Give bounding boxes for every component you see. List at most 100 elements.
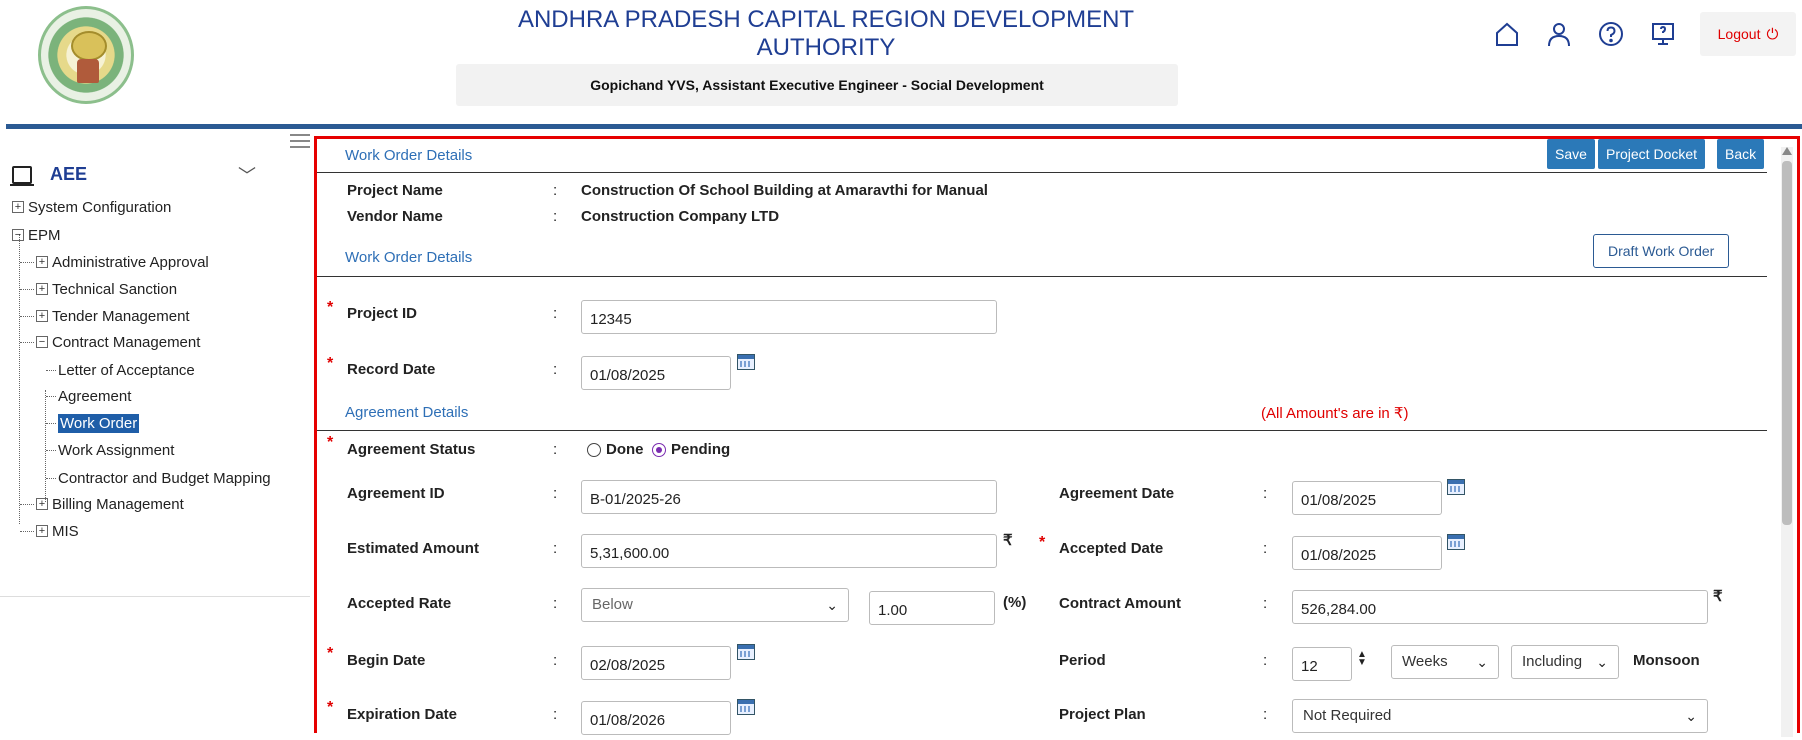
estimated-amount-label: Estimated Amount [347, 540, 479, 557]
project-plan-option: Not Required [1303, 707, 1392, 724]
status-pending-radio[interactable] [652, 443, 666, 457]
project-plan-select[interactable]: Not Required ⌄ [1292, 699, 1708, 733]
divider [317, 276, 1767, 277]
expand-icon: + [36, 256, 48, 268]
monsoon-select[interactable]: Including ⌄ [1511, 645, 1619, 679]
org-title-line1: ANDHRA PRADESH CAPITAL REGION DEVELOPMEN… [517, 6, 1135, 33]
sidebar-item-contract-management[interactable]: − Contract Management [20, 331, 200, 353]
back-button[interactable]: Back [1717, 139, 1765, 169]
help-icon[interactable] [1596, 19, 1626, 49]
sidebar-item-label: Work Order [58, 413, 140, 433]
monsoon-option: Including [1522, 653, 1583, 670]
expand-icon: + [36, 525, 48, 537]
scrollbar-thumb[interactable] [1782, 161, 1792, 525]
organization-title: ANDHRA PRADESH CAPITAL REGION DEVELOPMEN… [456, 6, 1196, 62]
accepted-date-label: Accepted Date [1059, 540, 1164, 557]
sidebar-item-work-assignment[interactable]: Work Assignment [46, 439, 174, 461]
power-icon: ⏻ [1766, 25, 1779, 43]
sidebar-item-billing-management[interactable]: + Billing Management [20, 493, 184, 515]
user-profile-icon[interactable] [1544, 19, 1574, 49]
divider [317, 430, 1767, 431]
project-docket-button[interactable]: Project Docket [1598, 139, 1706, 169]
role-selector[interactable]: AEE [10, 164, 88, 186]
ap-government-emblem-logo [38, 6, 134, 104]
required-marker: * [327, 699, 334, 716]
project-name-label: Project Name [347, 182, 443, 199]
agreement-date-label: Agreement Date [1059, 485, 1175, 502]
sidebar-item-work-order[interactable]: Work Order [46, 412, 140, 434]
contract-amount-input[interactable]: 526,284.00 [1292, 590, 1708, 624]
sidebar-item-administrative-approval[interactable]: + Administrative Approval [20, 251, 209, 273]
estimated-amount-input[interactable]: 5,31,600.00 [581, 534, 997, 568]
expiration-date-input[interactable]: 01/08/2026 [581, 701, 731, 735]
agreement-date-input[interactable]: 01/08/2025 [1292, 481, 1442, 515]
save-button[interactable]: Save [1547, 139, 1595, 169]
record-date-input[interactable]: 01/08/2025 [581, 356, 731, 390]
required-marker: * [327, 299, 334, 316]
sidebar-item-technical-sanction[interactable]: + Technical Sanction [20, 278, 177, 300]
colon: : [553, 441, 558, 458]
logout-button[interactable]: Logout ⏻ [1700, 12, 1796, 56]
logout-label: Logout [1717, 26, 1761, 42]
contract-amount-label: Contract Amount [1059, 595, 1181, 612]
agreement-details-title: Agreement Details [345, 404, 469, 421]
rupee-icon: ₹ [1003, 532, 1013, 549]
colon: : [553, 305, 558, 322]
sidebar-item-mis[interactable]: + MIS [20, 520, 79, 542]
status-done-radio[interactable] [587, 443, 601, 457]
accepted-rate-value-input[interactable]: 1.00 [869, 591, 995, 625]
accepted-rate-select[interactable]: Below ⌄ [581, 588, 849, 622]
home-icon[interactable] [1492, 19, 1522, 49]
sidebar-item-label: EPM [28, 226, 61, 244]
calendar-icon[interactable] [737, 644, 755, 660]
period-label: Period [1059, 652, 1106, 669]
work-order-details-subtitle: Work Order Details [345, 249, 473, 266]
colon: : [1263, 485, 1268, 502]
hamburger-menu-icon[interactable] [290, 134, 310, 148]
sidebar-item-label: Administrative Approval [52, 253, 209, 271]
collapse-icon: − [12, 229, 24, 241]
sidebar-item-tender-management[interactable]: + Tender Management [20, 305, 190, 327]
monitor-help-icon[interactable] [1648, 19, 1678, 49]
sidebar-item-agreement[interactable]: Agreement [46, 385, 131, 407]
accepted-date-input[interactable]: 01/08/2025 [1292, 536, 1442, 570]
sidebar-item-label: MIS [52, 522, 79, 540]
amount-currency-note: (All Amount's are in ₹) [1261, 405, 1409, 422]
colon: : [553, 361, 558, 378]
user-info-bar: Gopichand YVS, Assistant Executive Engin… [456, 64, 1178, 106]
number-spinner-icon[interactable]: ▲ ▼ [1357, 650, 1367, 668]
draft-work-order-button[interactable]: Draft Work Order [1593, 234, 1730, 268]
sidebar-item-system-configuration[interactable]: + System Configuration [12, 196, 171, 218]
colon: : [1263, 540, 1268, 557]
project-id-input[interactable]: 12345 [581, 300, 997, 334]
sidebar: AEE ﹀ + System Configuration − EPM + Adm… [0, 132, 310, 597]
sidebar-item-letter-of-acceptance[interactable]: Letter of Acceptance [46, 359, 195, 381]
sidebar-item-label: Technical Sanction [52, 280, 178, 298]
calendar-icon[interactable] [737, 699, 755, 715]
colon: : [553, 485, 558, 502]
begin-date-input[interactable]: 02/08/2025 [581, 646, 731, 680]
record-date-label: Record Date [347, 361, 436, 378]
calendar-icon[interactable] [737, 354, 755, 370]
project-plan-label: Project Plan [1059, 706, 1146, 723]
agreement-id-input[interactable]: B-01/2025-26 [581, 480, 997, 514]
calendar-icon[interactable] [1447, 534, 1465, 550]
period-number-input[interactable]: 12 [1292, 647, 1352, 681]
calendar-icon[interactable] [1447, 479, 1465, 495]
colon: : [553, 652, 558, 669]
chevron-down-icon[interactable]: ﹀ [238, 162, 256, 188]
vendor-name-label: Vendor Name [347, 208, 443, 225]
colon: : [553, 540, 558, 557]
org-title-line2: AUTHORITY [756, 34, 896, 61]
role-label: AEE [50, 164, 88, 184]
sidebar-item-contractor-budget-mapping[interactable]: Contractor and Budget Mapping [46, 467, 271, 489]
top-icon-bar: Logout ⏻ [1492, 12, 1802, 56]
project-name-value: Construction Of School Building at Amara… [581, 182, 988, 199]
sidebar-item-label: Work Assignment [58, 441, 175, 459]
period-unit-select[interactable]: Weeks ⌄ [1391, 645, 1499, 679]
colon: : [1263, 595, 1268, 612]
required-marker: * [1039, 534, 1046, 551]
vertical-scrollbar[interactable] [1781, 147, 1793, 737]
scroll-up-icon[interactable] [1782, 147, 1792, 155]
sidebar-item-epm[interactable]: − EPM [12, 224, 61, 246]
